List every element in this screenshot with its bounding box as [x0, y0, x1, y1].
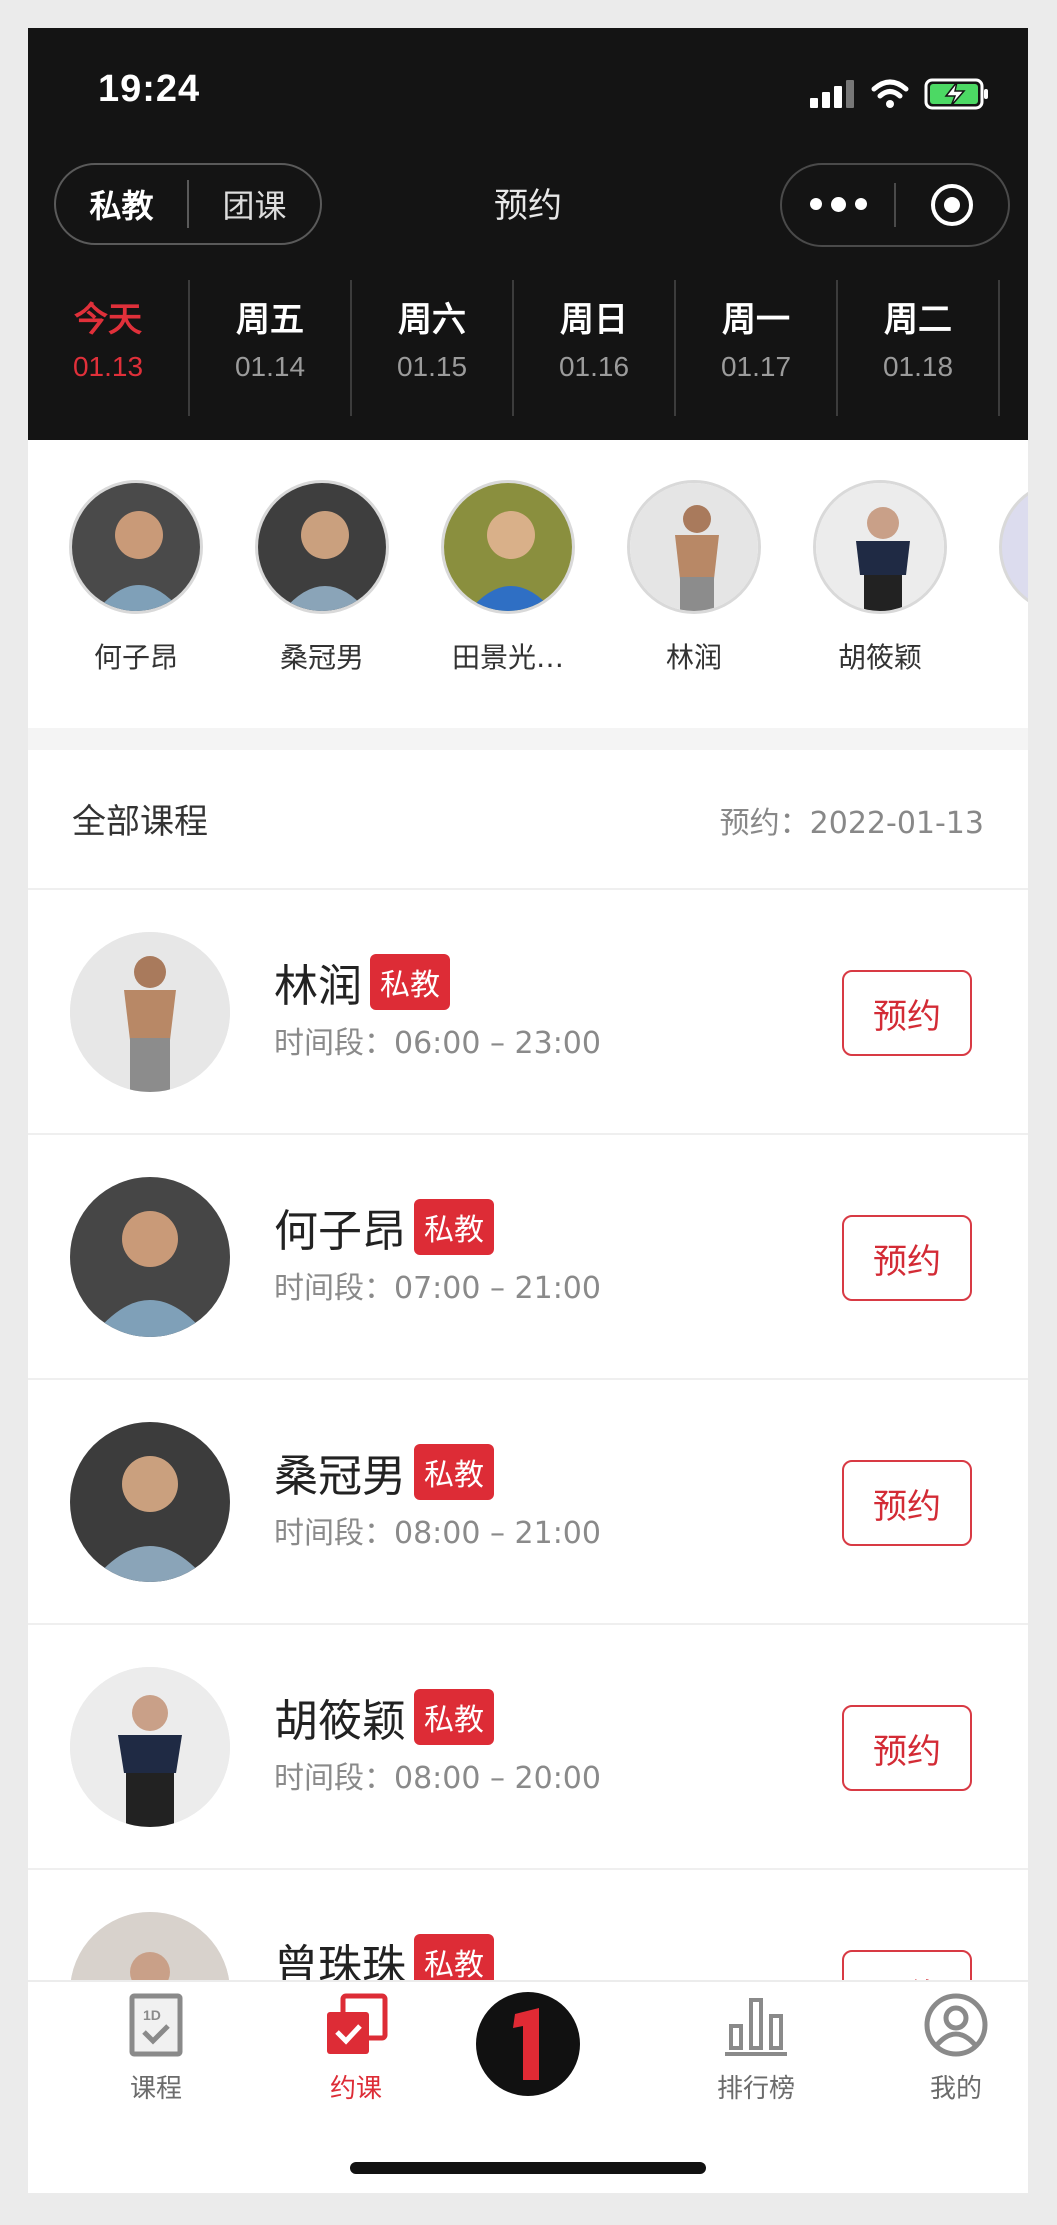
tab-profile[interactable]: 我的 [886, 1992, 1026, 2105]
coach-item[interactable]: 桑冠男 [254, 440, 390, 730]
day-name: 周一 [722, 300, 790, 340]
book-button[interactable]: 预约 [842, 1215, 972, 1301]
day-name: 周二 [884, 300, 952, 340]
day-date: 01.13 [72, 351, 144, 382]
course-title: 何子昂 私教 [274, 1195, 494, 1259]
coach-name: 胡筱颖 [274, 1696, 406, 1747]
home-indicator [350, 2162, 706, 2174]
profile-icon [924, 1993, 988, 2057]
coach-item[interactable] [998, 440, 1028, 730]
private-badge: 私教 [414, 1199, 494, 1255]
day-date: 01.15 [396, 351, 468, 382]
svg-text:1D: 1D [143, 2007, 161, 2023]
course-row: 林润 私教 时间段：06:00 – 23:00 预约 [28, 890, 1028, 1135]
more-icon[interactable] [782, 197, 894, 212]
coach-item[interactable]: 田景光… [440, 440, 576, 730]
day-date: 01.16 [558, 351, 630, 382]
time-range: 时间段：07:00 – 21:00 [274, 1271, 601, 1306]
tab-private-training[interactable]: 私教 [56, 181, 187, 227]
book-button[interactable]: 预约 [842, 1460, 972, 1546]
coach-item[interactable]: 胡筱颖 [812, 440, 948, 730]
status-time: 19:24 [98, 68, 201, 110]
avatar [70, 932, 230, 1092]
avatar [70, 1177, 230, 1337]
course-title: 胡筱颖 私教 [274, 1685, 494, 1749]
day-tab-0[interactable]: 今天 01.13 [28, 280, 190, 416]
day-name: 周日 [560, 300, 628, 340]
booking-date-label: 预约：2022-01-13 [719, 806, 984, 841]
book-button[interactable]: 预约 [842, 970, 972, 1056]
tab-label: 排行榜 [716, 2074, 795, 2104]
close-target-icon[interactable] [896, 181, 1008, 229]
course-title: 林润 私教 [274, 950, 450, 1014]
coach-name: 林润 [274, 961, 362, 1012]
course-row: 桑冠男 私教 时间段：08:00 – 21:00 预约 [28, 1380, 1028, 1625]
app-screen: 19:24 私教 团课 预约 今天 01.13 周五 01.14 周六 01.1… [28, 28, 1028, 2193]
day-name: 周六 [398, 300, 466, 340]
tab-label: 课程 [129, 2074, 182, 2104]
status-icons [810, 78, 990, 110]
avatar [255, 480, 389, 614]
tab-courses[interactable]: 1D 课程 [86, 1992, 226, 2105]
course-list-header: 全部课程 预约：2022-01-13 [28, 750, 1028, 890]
day-date: 01.14 [234, 351, 306, 382]
ranking-bars-icon [725, 1998, 787, 2056]
day-tab-2[interactable]: 周六 01.15 [352, 280, 514, 416]
tab-label: 我的 [929, 2074, 982, 2104]
header-area: 19:24 私教 团课 预约 今天 01.13 周五 01.14 周六 01.1… [28, 28, 1028, 440]
day-tab-3[interactable]: 周日 01.16 [514, 280, 676, 416]
avatar [69, 480, 203, 614]
avatar [441, 480, 575, 614]
time-range: 时间段：06:00 – 23:00 [274, 1026, 601, 1061]
day-name: 今天 [74, 300, 142, 340]
day-tab-4[interactable]: 周一 01.17 [676, 280, 838, 416]
coach-strip: 何子昂 桑冠男 田景光… 林润 胡筱颖 [28, 440, 1028, 730]
wifi-icon [871, 79, 909, 108]
private-badge: 私教 [370, 954, 450, 1010]
coach-name: 田景光… [451, 641, 564, 674]
all-courses-title: 全部课程 [72, 802, 208, 842]
course-type-toggle: 私教 团课 [54, 163, 322, 245]
coach-name: 林润 [665, 641, 722, 674]
avatar [70, 1667, 230, 1827]
course-clipboard-icon: 1D [129, 1993, 183, 2057]
avatar [70, 1422, 230, 1582]
course-row: 何子昂 私教 时间段：07:00 – 21:00 预约 [28, 1135, 1028, 1380]
tab-ranking[interactable]: 排行榜 [686, 1992, 826, 2105]
coach-name: 胡筱颖 [837, 641, 922, 674]
coach-name: 何子昂 [93, 641, 178, 674]
day-date: 01.17 [720, 351, 792, 382]
private-badge: 私教 [414, 1444, 494, 1500]
coach-item[interactable]: 何子昂 [68, 440, 204, 730]
day-tab-5[interactable]: 周二 01.18 [838, 280, 1000, 416]
day-tab-1[interactable]: 周五 01.14 [190, 280, 352, 416]
avatar [813, 480, 947, 614]
tab-group-class[interactable]: 团课 [189, 181, 320, 227]
tab-label: 约课 [329, 2074, 382, 2104]
coach-name: 何子昂 [274, 1206, 406, 1257]
day-date: 01.18 [882, 351, 954, 382]
avatar [999, 480, 1028, 614]
signal-icon [810, 80, 854, 108]
battery-charging-icon [924, 78, 988, 110]
avatar [627, 480, 761, 614]
book-button[interactable]: 预约 [842, 1705, 972, 1791]
bottom-tab-bar: 1D 课程 约课 排行榜 我的 [28, 1980, 1028, 2193]
day-name: 周五 [236, 300, 304, 340]
time-range: 时间段：08:00 – 20:00 [274, 1761, 601, 1796]
coach-name: 桑冠男 [274, 1451, 406, 1502]
private-badge: 私教 [414, 1689, 494, 1745]
time-range: 时间段：08:00 – 21:00 [274, 1516, 601, 1551]
tab-book-class[interactable]: 约课 [286, 1992, 426, 2105]
coach-item[interactable]: 林润 [626, 440, 762, 730]
course-title: 桑冠男 私教 [274, 1440, 494, 1504]
book-class-icon [327, 1993, 388, 2054]
course-row: 胡筱颖 私教 时间段：08:00 – 20:00 预约 [28, 1625, 1028, 1870]
date-selector: 今天 01.13 周五 01.14 周六 01.15 周日 01.16 周一 0… [28, 280, 1028, 420]
section-divider [28, 728, 1028, 750]
miniprogram-capsule [780, 163, 1010, 247]
brand-logo-icon[interactable] [476, 1992, 580, 2096]
coach-name: 桑冠男 [279, 641, 364, 674]
